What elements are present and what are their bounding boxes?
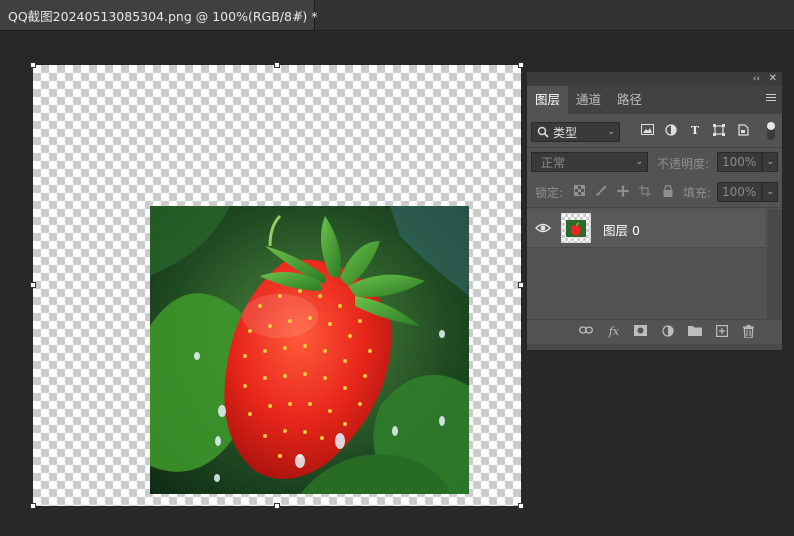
magnifier-icon (537, 126, 549, 138)
divider (527, 207, 782, 208)
document-canvas[interactable] (30, 62, 524, 509)
strawberry-image (150, 206, 469, 494)
shape-filter-icon[interactable] (712, 124, 726, 138)
close-panel-icon[interactable]: ✕ (769, 72, 777, 86)
layer-thumbnail (561, 213, 591, 243)
layer-row[interactable]: 图层 0 (527, 209, 765, 248)
opacity-dropdown[interactable]: ⌄ (762, 152, 778, 172)
fill-value: 100% (722, 185, 757, 199)
panel-title-bar: ‹‹ ✕ (527, 72, 782, 86)
transform-handle-bottom[interactable] (274, 503, 280, 509)
document-tab-bar: QQ截图20240513085304.png @ 100%(RGB/8#) * … (0, 0, 794, 31)
panel-resize-grip[interactable] (527, 344, 782, 350)
transform-handle-top-left[interactable] (30, 62, 36, 68)
layer-filter-row: 类型 ⌄ T (527, 120, 782, 144)
collapse-panel-icon[interactable]: ‹‹ (753, 72, 760, 86)
lock-artboard-icon[interactable] (638, 185, 652, 199)
trash-icon[interactable] (741, 325, 755, 339)
layer-list-scrollbar[interactable] (767, 209, 782, 319)
opacity-field[interactable]: 100% (717, 152, 762, 172)
fx-icon[interactable]: fx (607, 325, 621, 339)
tab-layers[interactable]: 图层 (527, 86, 569, 114)
transform-handle-right[interactable] (518, 282, 524, 288)
fill-field[interactable]: 100% (717, 182, 762, 202)
filter-kind-select[interactable]: 类型 ⌄ (531, 122, 620, 142)
layer-list: 图层 0 (527, 209, 765, 319)
document-tab[interactable]: QQ截图20240513085304.png @ 100%(RGB/8#) * … (0, 0, 318, 30)
filter-toggle-knob (767, 122, 775, 130)
lock-label: 锁定: (535, 186, 564, 200)
chevron-down-icon: ⌄ (635, 157, 643, 167)
lock-pixels-brush-icon[interactable] (594, 185, 608, 199)
layers-bottom-toolbar: fx (527, 319, 782, 344)
chevron-down-icon: ⌄ (766, 157, 774, 167)
lock-transparent-icon[interactable] (572, 185, 586, 199)
adjustment-filter-icon[interactable] (664, 124, 678, 138)
blend-mode-value: 正常 (541, 155, 566, 170)
layer-name: 图层 0 (603, 223, 640, 238)
fill-label: 填充: (683, 186, 712, 200)
filter-kind-label: 类型 (553, 125, 578, 140)
blend-row: 正常 ⌄ 不透明度: 100% ⌄ (527, 152, 782, 176)
layers-panel: ‹‹ ✕ 图层 通道 路径 类型 ⌄ T 正常 ⌄ 不透明度: 100% ⌄ 锁… (526, 71, 783, 351)
image-filter-icon[interactable] (640, 124, 654, 138)
divider (527, 147, 782, 148)
tab-channels[interactable]: 通道 (568, 86, 609, 114)
transform-handle-bottom-left[interactable] (30, 503, 36, 509)
link-layers-icon[interactable] (579, 325, 593, 339)
add-mask-icon[interactable] (633, 325, 647, 339)
transform-handle-bottom-right[interactable] (518, 503, 524, 509)
group-folder-icon[interactable] (688, 325, 702, 339)
eye-visibility-icon[interactable] (535, 222, 551, 234)
new-layer-icon[interactable] (715, 325, 729, 339)
document-tab-title: QQ截图20240513085304.png @ 100%(RGB/8#) * (8, 8, 318, 24)
opacity-label: 不透明度: (657, 157, 710, 171)
transform-handle-left[interactable] (30, 282, 36, 288)
adjustment-layer-icon[interactable] (661, 325, 675, 339)
filter-toggle-switch[interactable] (767, 122, 775, 140)
opacity-value: 100% (722, 155, 757, 169)
smart-object-filter-icon[interactable] (736, 124, 750, 138)
lock-row: 锁定: 填充: 100% ⌄ (527, 182, 782, 204)
transform-handle-top-right[interactable] (518, 62, 524, 68)
lock-position-move-icon[interactable] (616, 185, 630, 199)
panel-tabs: 图层 通道 路径 (527, 86, 782, 114)
chevron-down-icon: ⌄ (766, 187, 774, 197)
transform-handle-top[interactable] (274, 62, 280, 68)
type-filter-icon[interactable]: T (688, 124, 702, 138)
blend-mode-select[interactable]: 正常 ⌄ (531, 152, 648, 172)
panel-menu-icon[interactable] (766, 94, 776, 103)
lock-all-icon[interactable] (661, 184, 675, 199)
chevron-down-icon: ⌄ (607, 127, 615, 137)
close-tab-icon[interactable]: × (292, 7, 306, 21)
fill-dropdown[interactable]: ⌄ (762, 182, 778, 202)
tab-paths[interactable]: 路径 (609, 86, 650, 114)
